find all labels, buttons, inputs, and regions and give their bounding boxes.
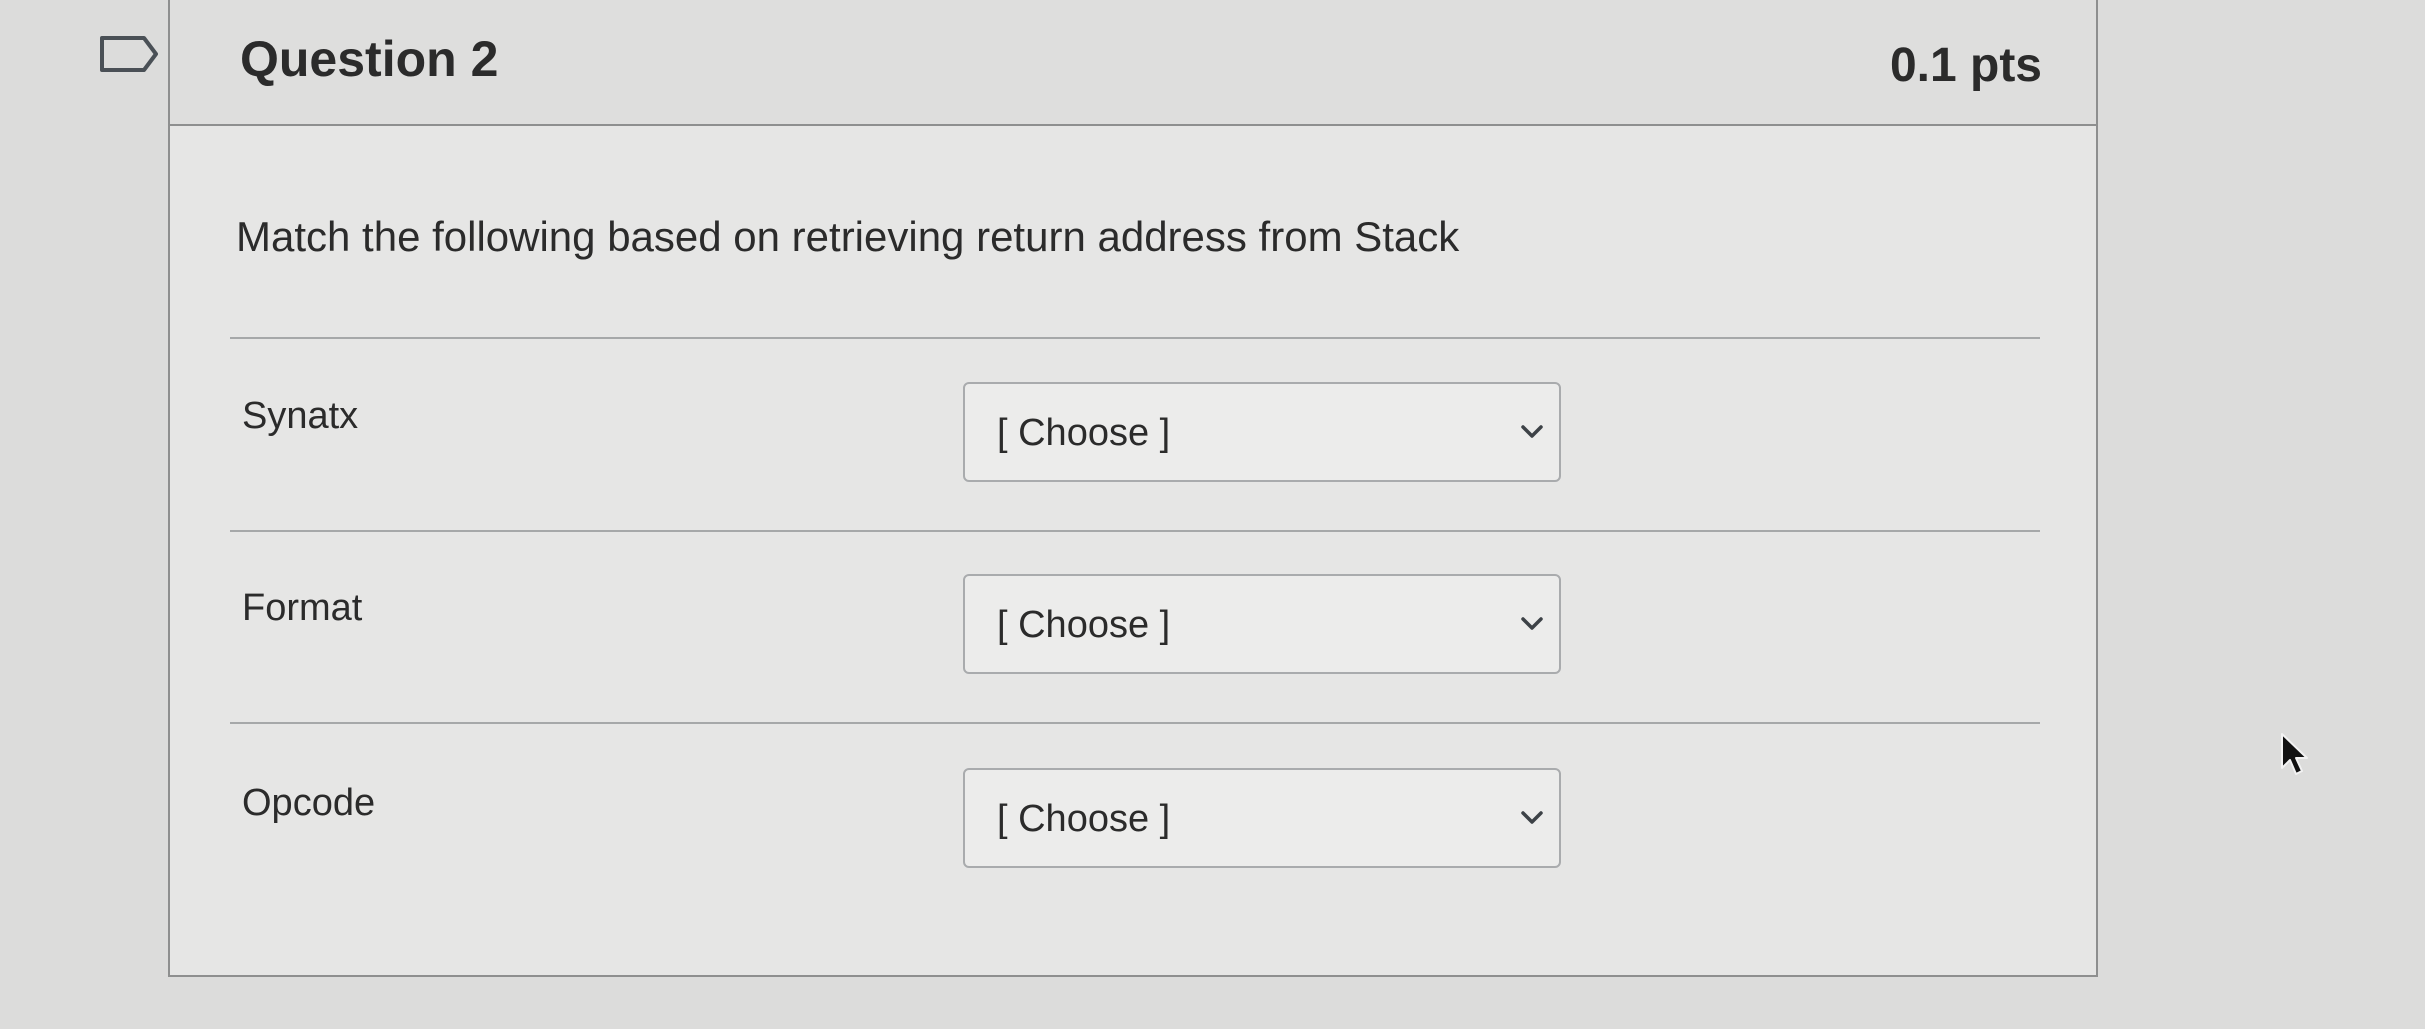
divider — [230, 722, 2040, 724]
opcode-select[interactable]: [ Choose ] — [963, 768, 1561, 868]
chevron-down-icon — [1521, 425, 1543, 438]
match-label-synatx: Synatx — [242, 395, 359, 437]
select-value: [ Choose ] — [997, 604, 1171, 646]
chevron-down-icon — [1521, 811, 1543, 824]
mouse-pointer-icon — [2281, 733, 2308, 775]
question-header: Question 2 0.1 pts — [170, 0, 2096, 126]
format-select[interactable]: [ Choose ] — [963, 574, 1561, 674]
question-text: Match the following based on retrieving … — [236, 213, 1460, 260]
synatx-select[interactable]: [ Choose ] — [963, 382, 1561, 482]
flag-question-icon[interactable] — [98, 34, 160, 74]
divider — [230, 337, 2040, 339]
match-label-format: Format — [242, 587, 363, 629]
chevron-down-icon — [1521, 617, 1543, 630]
question-points: 0.1 pts — [1889, 39, 2042, 92]
select-value: [ Choose ] — [997, 798, 1171, 840]
divider — [230, 530, 2040, 532]
question-title: Question 2 — [240, 31, 499, 87]
select-value: [ Choose ] — [997, 412, 1171, 454]
match-label-opcode: Opcode — [242, 782, 376, 824]
question-card: Question 2 0.1 pts Match the following b… — [168, 0, 2098, 977]
